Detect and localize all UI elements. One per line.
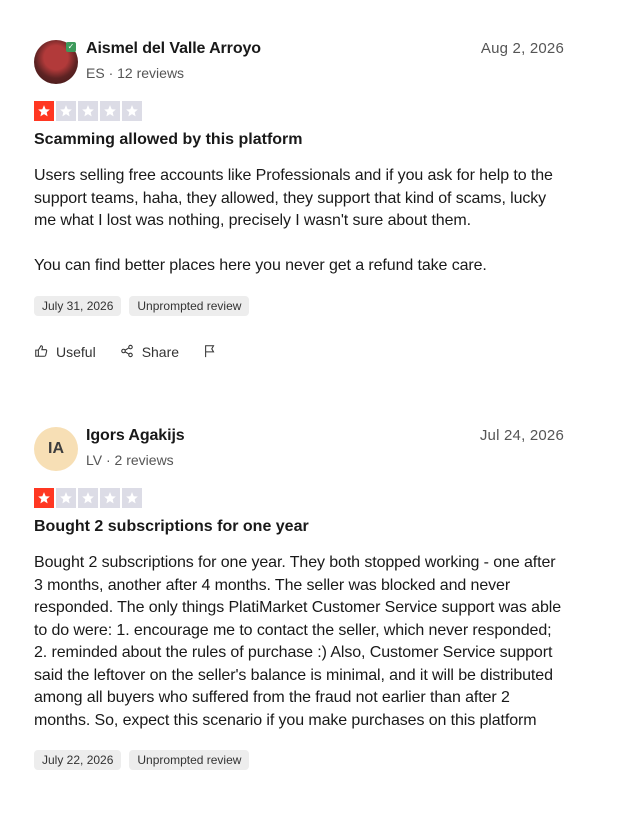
useful-label: Useful [56,344,96,360]
review-title[interactable]: Scamming allowed by this platform [34,130,564,150]
review-body: Users selling free accounts like Profess… [34,167,553,274]
reviewer-name[interactable]: Igors Agakijs [86,427,185,445]
experience-date-badge: July 22, 2026 [34,750,122,770]
review-header: ✓ Aismel del Valle Arroyo ES · 12 review… [34,40,564,84]
star-rating [34,488,564,508]
review-tags: July 31, 2026 Unprompted review [34,295,564,316]
star-icon [34,488,54,508]
unprompted-review-badge[interactable]: Unprompted review [129,750,250,770]
star-icon [56,488,76,508]
flag-icon [203,344,217,361]
unprompted-review-badge[interactable]: Unprompted review [129,295,250,316]
reviewer-review-count: 12 reviews [117,65,185,81]
experience-date-badge: July 31, 2026 [34,295,122,316]
verified-check-icon: ✓ [66,42,76,52]
review-card: IA Igors Agakijs LV · 2 reviews Jul 24, … [34,427,564,770]
review-title[interactable]: Bought 2 subscriptions for one year [34,517,564,537]
review-date: Aug 2, 2026 [480,40,564,57]
thumbs-up-icon [34,344,48,361]
share-icon [120,344,134,361]
useful-button[interactable]: Useful [34,344,96,361]
review-tags: July 22, 2026 Unprompted review [34,750,564,770]
avatar[interactable]: IA [34,427,78,471]
share-button[interactable]: Share [120,344,179,361]
star-icon [122,488,142,508]
reviewer-meta: LV · 2 reviews [86,452,174,468]
star-icon [100,101,120,121]
star-icon [34,101,54,121]
star-icon [78,488,98,508]
star-icon [100,488,120,508]
star-rating [34,101,564,121]
reviewer-meta: ES · 12 reviews [86,65,185,81]
reviewer-review-count: 2 reviews [114,452,174,468]
star-icon [122,101,142,121]
report-button[interactable] [203,344,217,361]
review-header: IA Igors Agakijs LV · 2 reviews Jul 24, … [34,427,564,471]
reviewer-name[interactable]: Aismel del Valle Arroyo [86,40,261,58]
star-icon [56,101,76,121]
review-card: ✓ Aismel del Valle Arroyo ES · 12 review… [34,40,564,361]
reviewer-country: LV [86,452,103,468]
review-actions: Useful Share [34,344,564,361]
reviewer-country: ES [86,65,105,81]
share-label: Share [141,344,180,360]
star-icon [78,101,98,121]
review-date: Jul 24, 2026 [479,427,564,444]
review-body: Bought 2 subscriptions for one year. The… [34,554,561,729]
